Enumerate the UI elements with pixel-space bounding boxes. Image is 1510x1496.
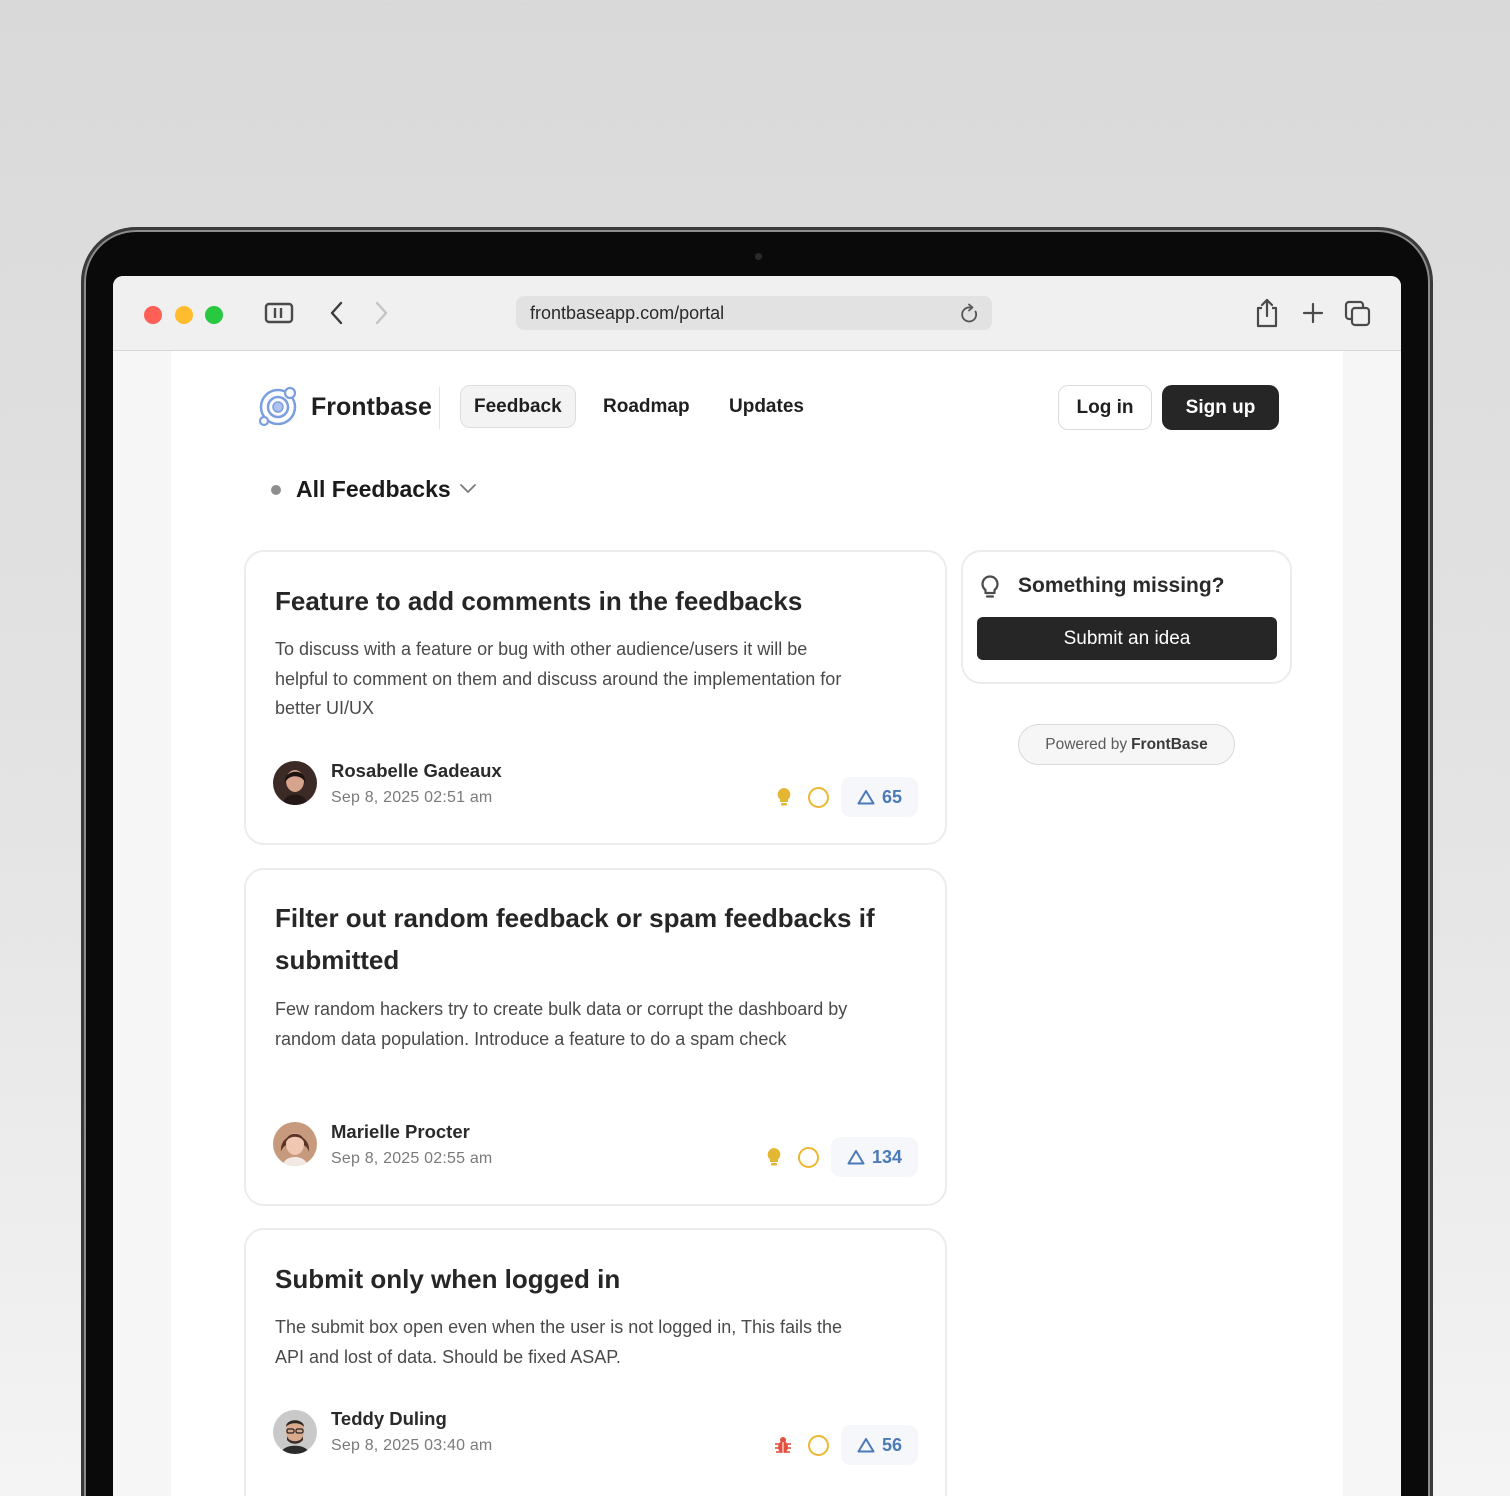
bug-icon <box>773 1435 793 1455</box>
feedback-title[interactable]: Feature to add comments in the feedbacks <box>275 580 915 622</box>
url-text: frontbaseapp.com/portal <box>530 302 725 323</box>
browser-window: frontbaseapp.com/portal Frontbase Feedba… <box>113 276 1401 1496</box>
feedback-card[interactable]: Filter out random feedback or spam feedb… <box>244 868 947 1206</box>
address-bar[interactable]: frontbaseapp.com/portal <box>516 296 992 330</box>
feedback-title[interactable]: Submit only when logged in <box>275 1258 915 1300</box>
filter-label: All Feedbacks <box>296 476 451 502</box>
tab-overview-icon[interactable] <box>1343 299 1373 327</box>
upvote-triangle-icon <box>847 1149 865 1165</box>
feedback-filter-dropdown[interactable]: All Feedbacks <box>271 476 477 503</box>
share-icon[interactable] <box>1253 297 1281 329</box>
upvote-button[interactable]: 65 <box>840 777 918 817</box>
feedback-description: Few random hackers try to create bulk da… <box>275 999 848 1049</box>
bulb-icon <box>775 786 793 808</box>
vote-count: 56 <box>881 1434 902 1455</box>
powered-prefix: Powered by <box>1045 735 1128 753</box>
login-button[interactable]: Log in <box>1058 385 1152 430</box>
nav-divider <box>439 387 440 429</box>
nav-roadmap[interactable]: Roadmap <box>603 385 690 428</box>
post-date: Sep 8, 2025 03:40 am <box>331 1437 493 1454</box>
post-date: Sep 8, 2025 02:55 am <box>331 1150 493 1167</box>
author-name: Marielle Procter <box>331 1121 470 1142</box>
filter-dot-icon <box>271 484 281 495</box>
maximize-window-button[interactable] <box>205 306 223 324</box>
signup-button[interactable]: Sign up <box>1162 385 1279 430</box>
forward-icon[interactable] <box>371 300 391 326</box>
powered-brand: FrontBase <box>1131 735 1208 753</box>
bulb-icon <box>765 1146 783 1168</box>
portal-page: Frontbase Feedback Roadmap Updates Log i… <box>113 351 1401 1496</box>
vote-count: 134 <box>871 1146 902 1167</box>
feedback-description: To discuss with a feature or bug with ot… <box>275 639 842 718</box>
upvote-triangle-icon <box>857 789 875 805</box>
new-tab-icon[interactable] <box>1301 300 1325 326</box>
chevron-down-icon <box>459 481 477 500</box>
avatar <box>273 1122 317 1166</box>
powered-by-badge[interactable]: Powered by FrontBase <box>1018 724 1235 765</box>
feedback-card[interactable]: Feature to add comments in the feedbacks… <box>244 550 947 845</box>
feedback-meta: 56 <box>773 1425 918 1465</box>
feedback-description: The submit box open even when the user i… <box>275 1317 843 1367</box>
submit-idea-card: Something missing? Submit an idea <box>961 550 1292 684</box>
submit-idea-button[interactable]: Submit an idea <box>977 617 1277 660</box>
feedback-meta: 134 <box>765 1137 918 1177</box>
status-open-icon <box>807 786 829 808</box>
upvote-triangle-icon <box>857 1437 875 1453</box>
lightbulb-outline-icon <box>979 574 1001 605</box>
nav-updates[interactable]: Updates <box>729 385 804 428</box>
laptop-frame: frontbaseapp.com/portal Frontbase Feedba… <box>84 230 1430 1496</box>
camera-dot <box>755 253 762 260</box>
feedback-card[interactable]: Submit only when logged in The submit bo… <box>244 1228 947 1496</box>
top-nav: Frontbase Feedback Roadmap Updates Log i… <box>113 351 1401 463</box>
frontbase-logo-icon[interactable] <box>256 385 300 429</box>
sidebar-title: Something missing? <box>1018 574 1225 597</box>
author-name: Teddy Duling <box>331 1408 447 1429</box>
status-open-icon <box>797 1146 819 1168</box>
upvote-button[interactable]: 134 <box>830 1137 918 1177</box>
back-icon[interactable] <box>327 300 347 326</box>
status-open-icon <box>807 1434 829 1456</box>
close-window-button[interactable] <box>144 306 162 324</box>
nav-feedback[interactable]: Feedback <box>460 385 576 428</box>
post-date: Sep 8, 2025 02:51 am <box>331 789 493 806</box>
minimize-window-button[interactable] <box>175 306 193 324</box>
vote-count: 65 <box>881 786 902 807</box>
browser-toolbar: frontbaseapp.com/portal <box>113 276 1401 351</box>
brand-name[interactable]: Frontbase <box>311 393 432 422</box>
avatar <box>273 1410 317 1454</box>
author-name: Rosabelle Gadeaux <box>331 760 502 781</box>
avatar <box>273 761 317 805</box>
sidebar-toggle-icon[interactable] <box>264 300 294 326</box>
reload-icon[interactable] <box>960 303 980 330</box>
upvote-button[interactable]: 56 <box>840 1425 918 1465</box>
feedback-meta: 65 <box>775 777 918 817</box>
feedback-title[interactable]: Filter out random feedback or spam feedb… <box>275 897 915 981</box>
